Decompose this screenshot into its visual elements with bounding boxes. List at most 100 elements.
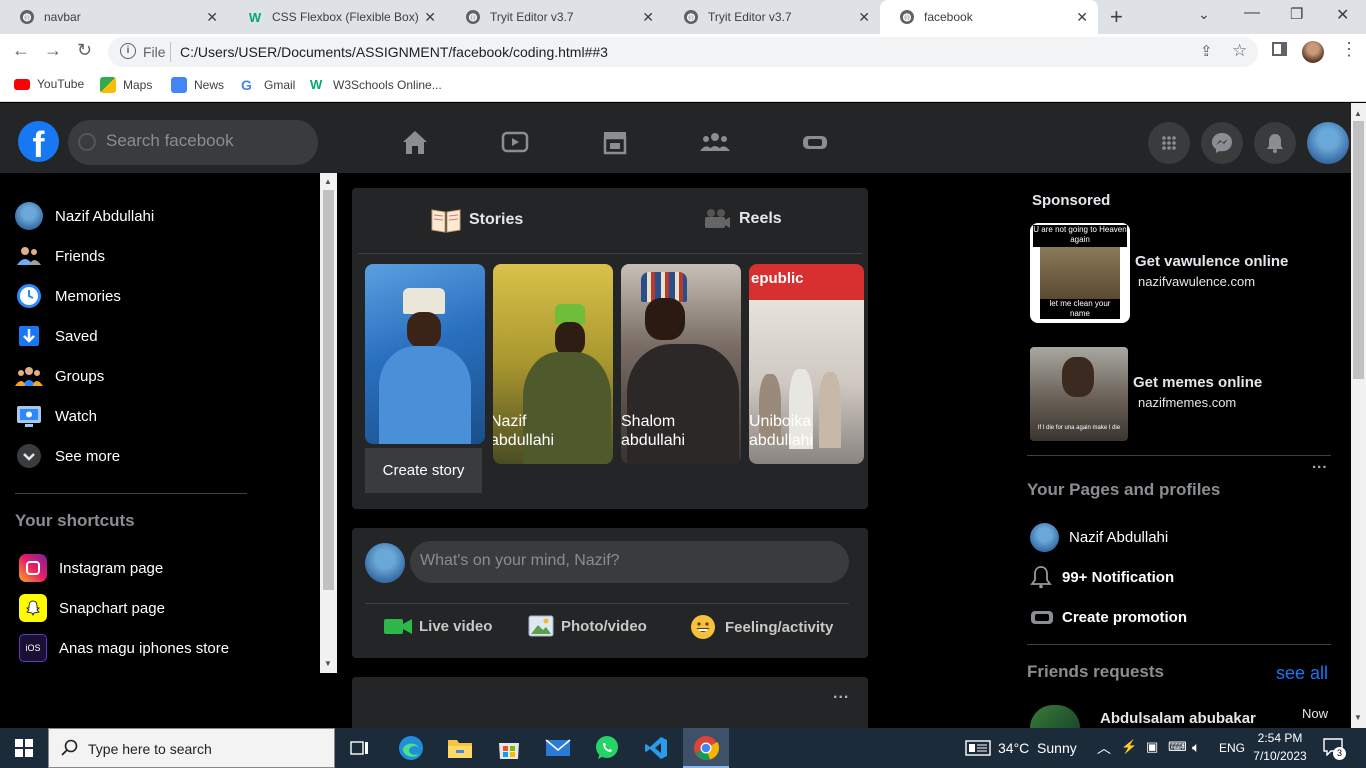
close-tab-icon[interactable]: ✕ bbox=[858, 9, 870, 26]
bookmark-gmail[interactable]: G Gmail bbox=[241, 77, 295, 93]
meet-icon[interactable]: ▣ bbox=[1146, 739, 1158, 755]
create-story-image[interactable] bbox=[365, 264, 485, 444]
composer-input[interactable]: What's on your mind, Nazif? bbox=[410, 541, 849, 583]
page-scrollbar[interactable]: ▲ ▼ bbox=[1351, 103, 1366, 728]
store-icon[interactable] bbox=[494, 733, 524, 763]
url-text[interactable]: C:/Users/USER/Documents/ASSIGNMENT/faceb… bbox=[180, 44, 608, 60]
forward-arrow-icon[interactable]: → bbox=[44, 40, 62, 61]
browser-tab[interactable]: W CSS Flexbox (Flexible Box) ✕ bbox=[228, 0, 446, 34]
profile-avatar[interactable] bbox=[1307, 122, 1349, 164]
page-item-profile[interactable]: Nazif Abdullahi bbox=[1030, 523, 1168, 552]
whatsapp-icon[interactable] bbox=[592, 733, 622, 763]
tab-search-icon[interactable]: ⌄ bbox=[1198, 6, 1210, 23]
ad-image[interactable]: If I die for una again make I die bbox=[1030, 347, 1128, 441]
bookmark-maps[interactable]: Maps bbox=[100, 77, 152, 93]
bookmark-news[interactable]: News bbox=[171, 77, 224, 93]
sidebar-scrollbar[interactable]: ▲ ▼ bbox=[320, 173, 337, 673]
language-indicator[interactable]: ENG bbox=[1219, 741, 1245, 755]
browser-tab-active[interactable]: ◍ facebook ✕ bbox=[880, 0, 1098, 34]
story-card[interactable]: Nazif abdullahi bbox=[493, 264, 613, 464]
scroll-thumb[interactable] bbox=[1353, 121, 1364, 379]
shortcut-anas-magu[interactable]: iOS Anas magu iphones store bbox=[19, 634, 229, 662]
browser-tab[interactable]: ◍ Tryit Editor v3.7 ✕ bbox=[664, 0, 880, 34]
scroll-down-icon[interactable]: ▼ bbox=[1354, 713, 1362, 722]
scroll-thumb[interactable] bbox=[323, 190, 334, 590]
close-tab-icon[interactable]: ✕ bbox=[206, 9, 218, 26]
mail-icon[interactable] bbox=[543, 733, 573, 763]
profile-avatar[interactable] bbox=[1302, 41, 1324, 63]
story-card[interactable]: epublic Uniboika abdullahi bbox=[749, 264, 864, 464]
taskbar-search[interactable]: Type here to search bbox=[48, 728, 335, 768]
task-view-icon[interactable] bbox=[345, 733, 375, 763]
close-window-icon[interactable]: ✕ bbox=[1336, 5, 1349, 25]
bookmark-w3schools[interactable]: W W3Schools Online... bbox=[310, 77, 442, 93]
weather-icon[interactable] bbox=[965, 739, 991, 757]
facebook-logo[interactable]: f bbox=[18, 121, 59, 162]
sidebar-item-see-more[interactable]: See more bbox=[15, 442, 120, 470]
reload-icon[interactable]: ↻ bbox=[77, 40, 92, 61]
more-options[interactable]: ... bbox=[1312, 456, 1328, 471]
browser-tab[interactable]: ◍ navbar ✕ bbox=[0, 0, 228, 34]
gaming-icon[interactable] bbox=[801, 128, 829, 156]
file-explorer-icon[interactable] bbox=[445, 733, 475, 763]
chrome-taskbar-button[interactable] bbox=[683, 728, 729, 768]
vscode-icon[interactable] bbox=[641, 733, 671, 763]
restore-icon[interactable]: ❐ bbox=[1290, 5, 1303, 23]
scroll-up-icon[interactable]: ▲ bbox=[1354, 109, 1362, 118]
share-icon[interactable]: ⇪ bbox=[1200, 42, 1213, 60]
sidebar-item-profile[interactable]: Nazif Abdullahi bbox=[15, 202, 154, 230]
home-icon[interactable] bbox=[401, 128, 429, 156]
sidebar-item-memories[interactable]: Memories bbox=[15, 282, 121, 310]
close-tab-icon[interactable]: ✕ bbox=[424, 9, 436, 26]
tab-stories[interactable]: Stories bbox=[431, 207, 523, 233]
clock-time[interactable]: 2:54 PM bbox=[1255, 731, 1305, 745]
ad-title[interactable]: Get vawulence online bbox=[1135, 253, 1288, 270]
shortcut-instagram[interactable]: Instagram page bbox=[19, 554, 163, 582]
notifications-button[interactable] bbox=[1254, 122, 1296, 164]
edge-icon[interactable] bbox=[396, 733, 426, 763]
avatar[interactable] bbox=[365, 543, 405, 583]
menu-kebab-icon[interactable]: ⋮ bbox=[1340, 39, 1358, 60]
network-icon[interactable]: ⚡ bbox=[1121, 739, 1137, 755]
chevron-up-icon[interactable]: ︿ bbox=[1097, 738, 1111, 758]
marketplace-icon[interactable] bbox=[601, 128, 629, 156]
video-icon[interactable] bbox=[501, 128, 529, 156]
address-bar[interactable]: i File C:/Users/USER/Documents/ASSIGNMEN… bbox=[108, 37, 1258, 67]
notification-center[interactable]: 3 bbox=[1323, 738, 1346, 760]
sidebar-item-watch[interactable]: Watch bbox=[15, 402, 97, 430]
sidebar-item-groups[interactable]: Groups bbox=[15, 362, 104, 390]
ad-title[interactable]: Get memes online bbox=[1133, 374, 1262, 391]
menu-grid-button[interactable] bbox=[1148, 122, 1190, 164]
messenger-button[interactable] bbox=[1201, 122, 1243, 164]
minimize-icon[interactable]: — bbox=[1244, 4, 1260, 22]
create-story-button[interactable]: Create story bbox=[365, 448, 482, 493]
page-item-notifications[interactable]: 99+ Notification bbox=[1030, 565, 1174, 589]
input-icon[interactable]: ⌨ bbox=[1168, 739, 1187, 755]
search-input[interactable]: Search facebook bbox=[68, 120, 318, 165]
browser-tab[interactable]: ◍ Tryit Editor v3.7 ✕ bbox=[446, 0, 664, 34]
story-card[interactable]: Shalom abdullahi bbox=[621, 264, 741, 464]
windows-start-icon[interactable] bbox=[15, 739, 33, 757]
ad-image[interactable]: U are not going to Heaven again let me c… bbox=[1030, 223, 1130, 323]
tab-reels[interactable]: Reels bbox=[703, 207, 782, 231]
weather-text[interactable]: 34°C Sunny bbox=[998, 740, 1077, 756]
see-all-link[interactable]: see all bbox=[1276, 663, 1328, 684]
bookmark-star-icon[interactable]: ☆ bbox=[1232, 41, 1247, 61]
shortcut-snapchat[interactable]: Snapchart page bbox=[19, 594, 165, 622]
feeling-activity-button[interactable]: Feeling/activity bbox=[690, 614, 833, 640]
bookmark-youtube[interactable]: YouTube bbox=[14, 77, 84, 91]
info-icon[interactable]: i bbox=[120, 43, 136, 59]
photo-video-button[interactable]: Photo/video bbox=[528, 614, 647, 638]
new-tab-button[interactable]: + bbox=[1110, 4, 1123, 30]
post-more-options[interactable]: ... bbox=[833, 686, 849, 702]
close-tab-icon[interactable]: ✕ bbox=[642, 9, 654, 26]
close-tab-icon[interactable]: ✕ bbox=[1076, 9, 1088, 26]
page-item-create-promotion[interactable]: Create promotion bbox=[1030, 607, 1187, 627]
live-video-button[interactable]: Live video bbox=[384, 616, 492, 636]
request-avatar[interactable] bbox=[1030, 705, 1080, 728]
scroll-up-icon[interactable]: ▲ bbox=[324, 177, 332, 186]
clock-date[interactable]: 7/10/2023 bbox=[1253, 749, 1307, 763]
side-panel-icon[interactable] bbox=[1272, 42, 1287, 56]
sidebar-item-saved[interactable]: Saved bbox=[15, 322, 98, 350]
back-arrow-icon[interactable]: ← bbox=[12, 40, 30, 61]
